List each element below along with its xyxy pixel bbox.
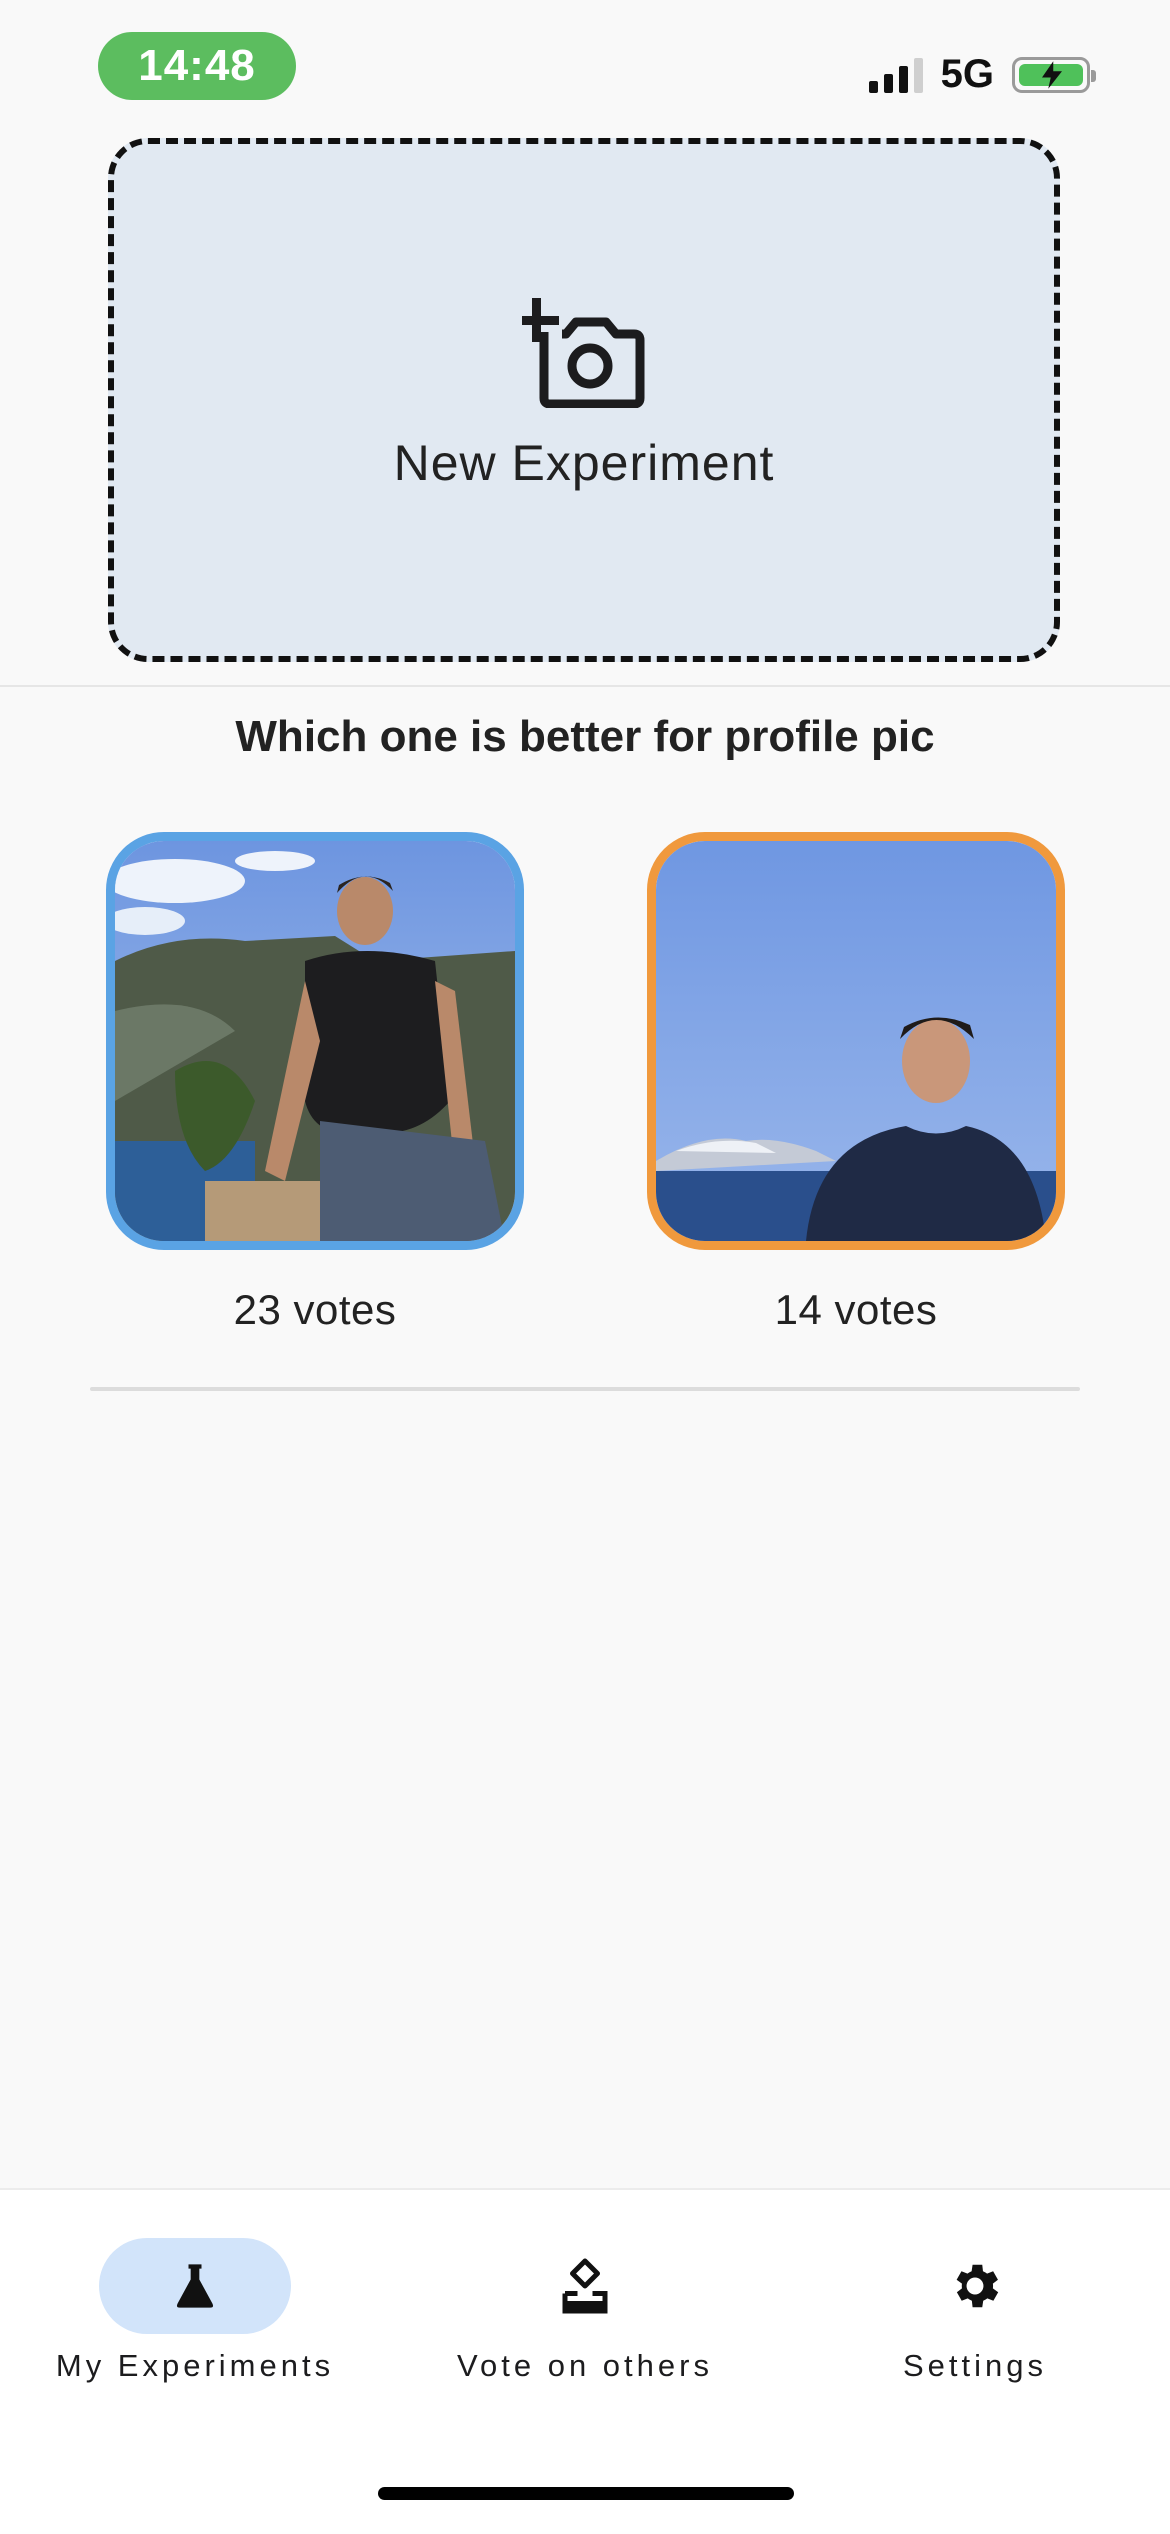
- flask-icon: [176, 2264, 214, 2308]
- cellular-signal-icon: [868, 57, 923, 93]
- status-time: 14:48: [98, 32, 296, 100]
- status-bar: 14:48 5G: [0, 0, 1170, 130]
- ballot-box-icon: [562, 2258, 608, 2314]
- charging-bolt-icon: [1042, 60, 1062, 89]
- photo-man-on-cliff: [115, 841, 515, 1241]
- nav-label-settings: Settings: [902, 2348, 1047, 2383]
- photo-man-by-sea: [656, 841, 1056, 1241]
- status-indicators: 5G: [868, 52, 1096, 97]
- section-divider: [0, 685, 1170, 687]
- new-experiment-label: New Experiment: [393, 435, 775, 491]
- nav-label-vote-on-others: Vote on others: [457, 2348, 713, 2383]
- bottom-navigation-bar: My Experiments Vote on others Settings: [0, 2188, 1170, 2534]
- experiment-title: Which one is better for profile pic: [235, 712, 935, 761]
- nav-vote-on-others[interactable]: Vote on others: [430, 2238, 740, 2384]
- experiment-photo-option-1[interactable]: [106, 832, 524, 1250]
- nav-label-my-experiments: My Experiments: [55, 2348, 335, 2383]
- nav-settings[interactable]: Settings: [830, 2238, 1120, 2384]
- network-type: 5G: [940, 52, 994, 96]
- votes-count-option-2: 14 votes: [774, 1286, 938, 1333]
- gear-icon: [956, 2264, 999, 2308]
- experiment-photo-option-2[interactable]: [647, 832, 1065, 1250]
- battery-icon: [1012, 56, 1096, 93]
- home-indicator[interactable]: [378, 2487, 794, 2500]
- experiment-divider: [90, 1387, 1080, 1391]
- add-photo-icon: [522, 298, 645, 408]
- nav-my-experiments[interactable]: My Experiments: [38, 2238, 352, 2384]
- votes-count-option-1: 23 votes: [233, 1286, 397, 1333]
- nav-active-indicator: [99, 2238, 291, 2334]
- new-experiment-button[interactable]: New Experiment: [108, 138, 1060, 662]
